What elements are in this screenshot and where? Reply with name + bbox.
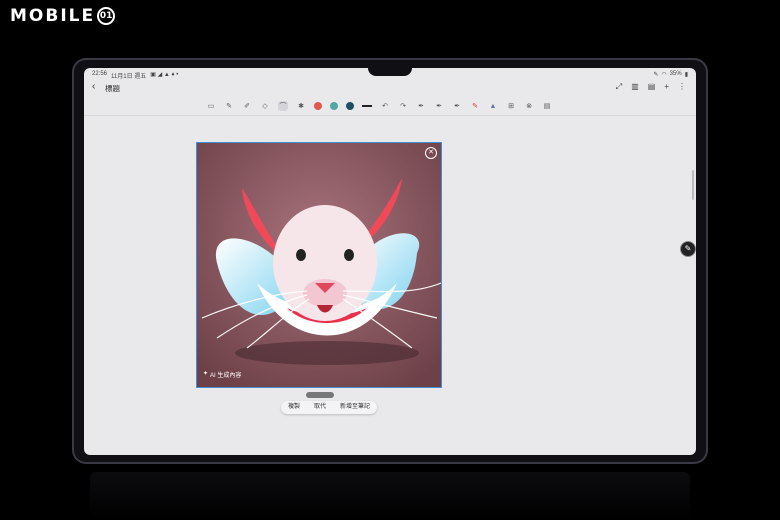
status-time: 22:56 <box>92 71 108 77</box>
text-mode-icon[interactable]: ▭ <box>206 101 216 111</box>
camera-notch <box>368 68 412 76</box>
mouse-illustration <box>197 143 441 387</box>
ai-label-text: AI 生成內容 <box>210 373 242 379</box>
undo-icon[interactable]: ↶ <box>380 101 390 111</box>
add-to-note-button[interactable]: 新增至筆記 <box>333 401 377 414</box>
tablet-screen: 22:56 11月1日 週五 ▣ ◢ ▲ ♦ • ✎ ◠ 35% ▮ ‹ 標題 … <box>84 68 696 455</box>
color-swatch-teal[interactable] <box>330 102 338 110</box>
expand-icon[interactable]: ⤢ <box>616 82 622 92</box>
color-swatch-navy[interactable] <box>346 102 354 110</box>
floating-pen-icon[interactable]: ✎ <box>680 241 696 257</box>
book-view-icon[interactable]: ▥ <box>631 82 639 92</box>
status-bar: 22:56 11月1日 週五 ▣ ◢ ▲ ♦ • <box>92 71 178 80</box>
fill-icon[interactable]: ▲ <box>488 101 498 111</box>
close-icon[interactable]: ✕ <box>425 147 437 159</box>
highlighter-icon[interactable]: ✐ <box>242 101 252 111</box>
wifi-icon: ◠ <box>661 72 667 78</box>
red-marker-icon[interactable]: ✎ <box>470 101 480 111</box>
battery-icon: ▮ <box>684 72 688 78</box>
page-icon[interactable]: ▤ <box>648 82 656 92</box>
note-title[interactable]: 標題 <box>105 83 120 94</box>
toolbar-divider <box>84 115 696 116</box>
back-icon[interactable]: ‹ <box>92 81 95 92</box>
notification-icons: ▣ ◢ ▲ ♦ • <box>150 72 179 78</box>
eraser-icon[interactable]: ◇ <box>260 101 270 111</box>
insert-icon[interactable]: ⊞ <box>506 101 516 111</box>
color-swatch-red[interactable] <box>314 102 322 110</box>
link-icon[interactable]: ⊗ <box>524 101 534 111</box>
more-icon[interactable]: ⋮ <box>678 82 686 92</box>
copy-button[interactable]: 複製 <box>281 401 307 414</box>
redo-icon[interactable]: ↷ <box>398 101 408 111</box>
pen-style-3-icon[interactable]: ✒ <box>452 101 462 111</box>
header-actions: ⤢ ▥ ▤ + ⋮ <box>616 82 686 92</box>
status-right: ✎ ◠ 35% ▮ <box>653 71 688 78</box>
logo-badge: 01 <box>97 7 116 25</box>
ai-content-label: ✦ AI 生成內容 <box>203 370 241 379</box>
note-header: ‹ 標題 ⤢ ▥ ▤ + ⋮ <box>84 81 696 97</box>
sparkle-icon: ✦ <box>203 371 209 377</box>
drag-handle[interactable] <box>306 392 334 398</box>
drawing-toolbar: ▭ ✎ ✐ ◇ ⌒ ✱ ↶ ↷ ✒ ✒ ✒ ✎ ▲ ⊞ ⊗ ▤ <box>206 100 552 112</box>
image-action-bar: 複製 取代 新增至筆記 <box>281 401 378 414</box>
pen-status-icon: ✎ <box>653 72 659 78</box>
scrollbar[interactable] <box>692 170 694 200</box>
lasso-icon[interactable]: ⌒ <box>278 101 288 111</box>
pen-style-2-icon[interactable]: ✒ <box>434 101 444 111</box>
page-setting-icon[interactable]: ▤ <box>542 101 552 111</box>
status-date: 11月1日 週五 <box>111 74 147 80</box>
add-icon[interactable]: + <box>664 82 669 92</box>
shape-icon[interactable]: ✱ <box>296 101 306 111</box>
tablet-reflection <box>90 472 690 520</box>
watermark-logo: MOBILE 01 <box>10 6 116 26</box>
pen-icon[interactable]: ✎ <box>224 101 234 111</box>
stroke-width-icon[interactable] <box>362 105 372 107</box>
battery-text: 35% <box>669 71 682 77</box>
pen-style-1-icon[interactable]: ✒ <box>416 101 426 111</box>
ai-generated-image[interactable]: ✕ ✦ AI 生成內容 <box>196 142 442 388</box>
replace-button[interactable]: 取代 <box>307 401 333 414</box>
